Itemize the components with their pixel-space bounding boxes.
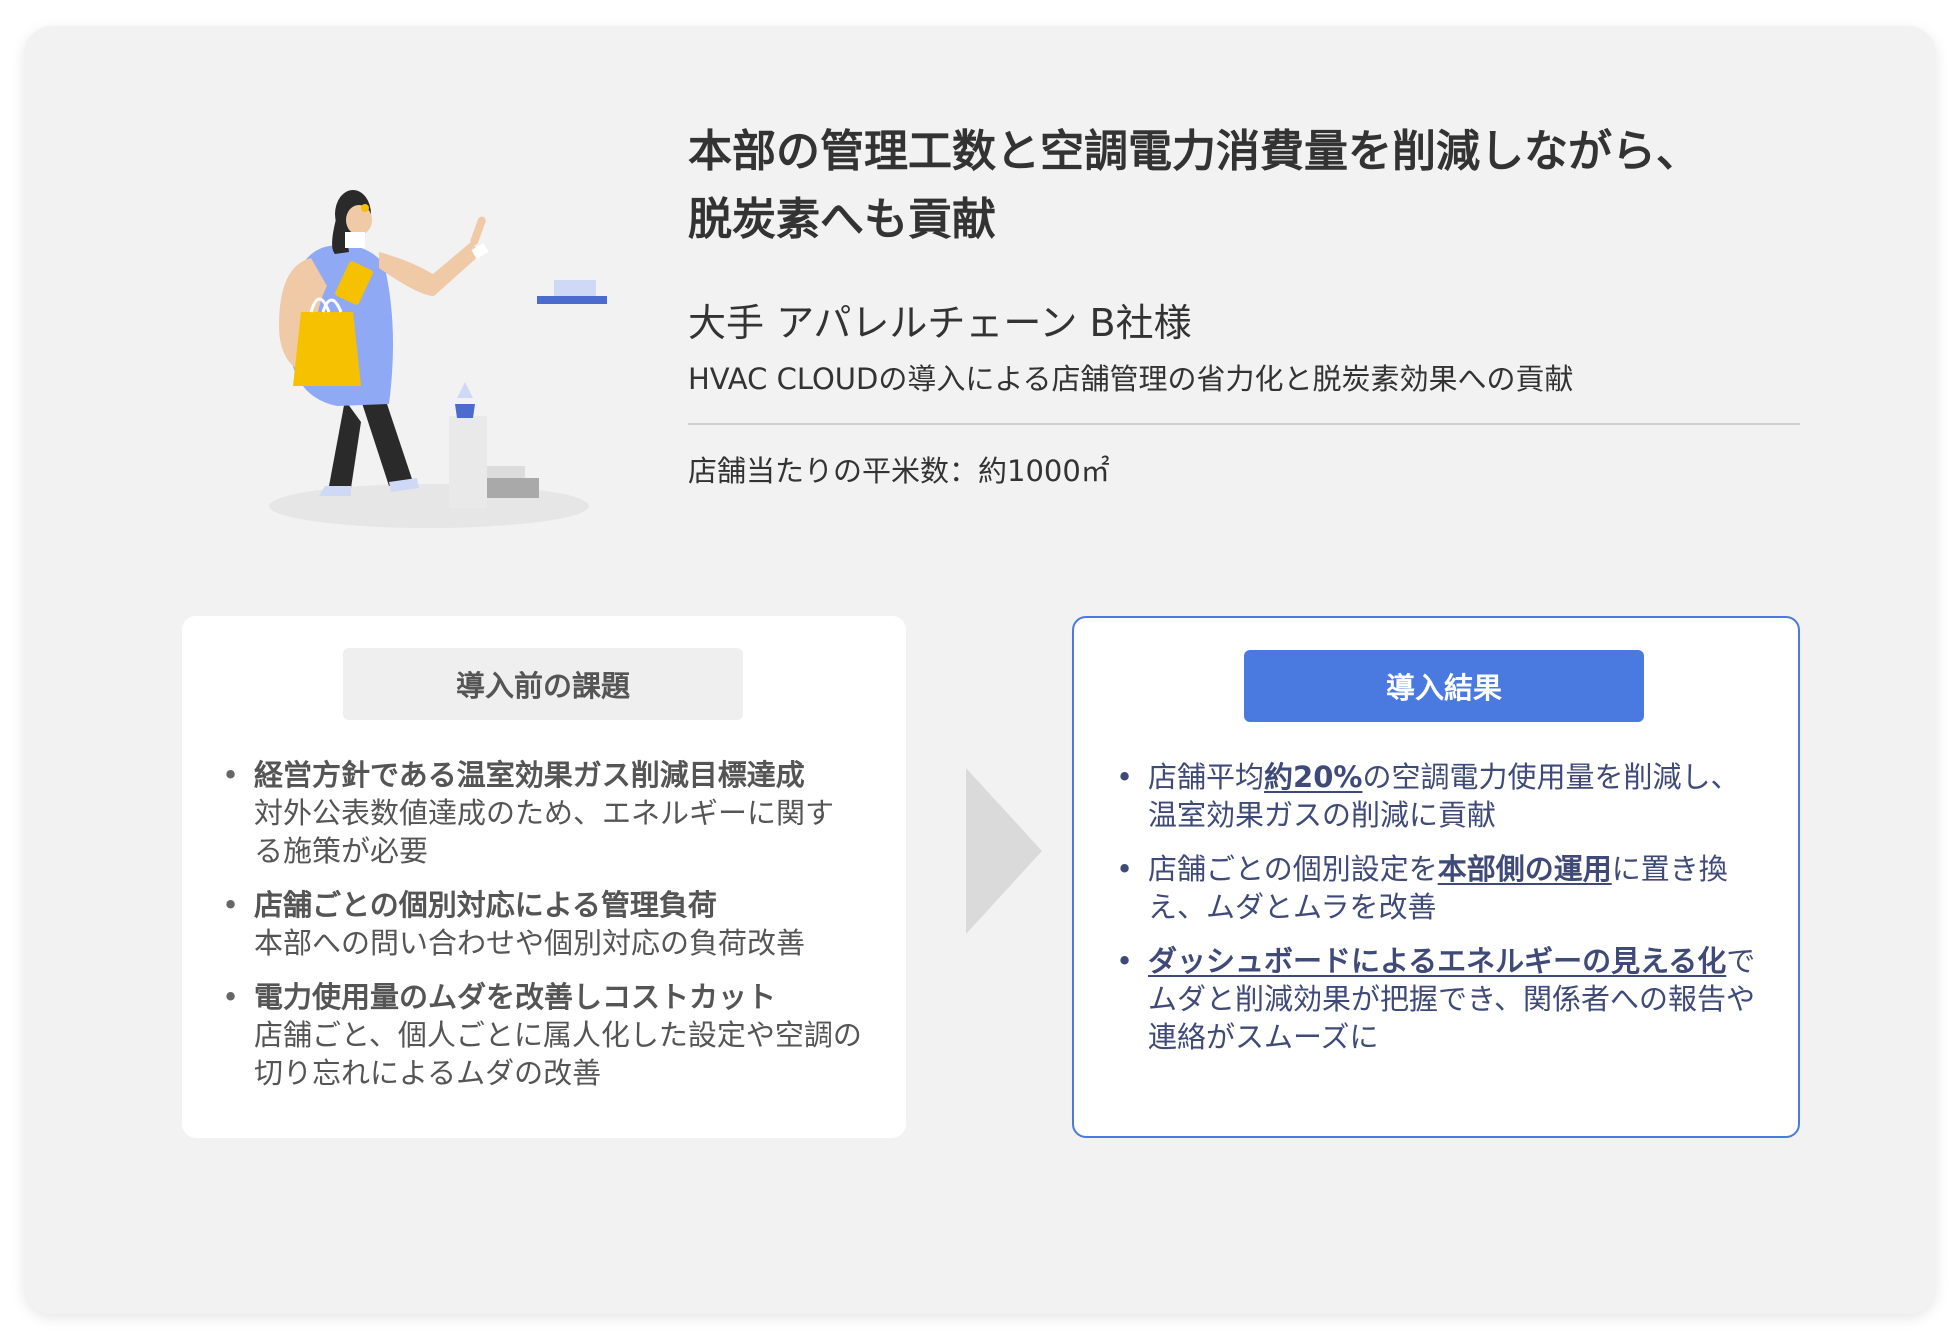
- page-title: 本部の管理工数と空調電力消費量を削減しながら、 脱炭素へも貢献: [688, 118, 1838, 254]
- highlight-text: 約20%: [1264, 760, 1363, 794]
- divider: [688, 423, 1800, 425]
- item-body: 本部への問い合わせや個別対応の負荷改善: [254, 926, 806, 960]
- results-list: 店舗平均約20%の空調電力使用量を削減し、温室効果ガスの削減に貢献 店舗ごとの個…: [1116, 758, 1766, 1072]
- highlight-text: ダッシュボードによるエネルギーの見える化: [1148, 944, 1727, 978]
- item-heading: 経営方針である温室効果ガス削減目標達成: [254, 758, 805, 792]
- highlight-text: 本部側の運用: [1437, 852, 1612, 886]
- item-text: 店舗平均: [1148, 760, 1265, 794]
- client-name: 大手 アパレルチェーン B社様: [688, 301, 1192, 345]
- chevron-right-icon: [966, 768, 1042, 934]
- item-text: 店舗ごとの個別設定を: [1148, 852, 1438, 886]
- list-item: 電力使用量のムダを改善しコストカット 店舗ごと、個人ごとに属人化した設定や空調の…: [222, 978, 862, 1092]
- before-challenges-panel: 導入前の課題 経営方針である温室効果ガス削減目標達成 対外公表数値達成のため、エ…: [182, 616, 906, 1138]
- item-body: 対外公表数値達成のため、エネルギーに関する施策が必要: [254, 796, 835, 868]
- list-item: 店舗平均約20%の空調電力使用量を削減し、温室効果ガスの削減に貢献: [1116, 758, 1766, 834]
- list-item: 経営方針である温室効果ガス削減目標達成 対外公表数値達成のため、エネルギーに関す…: [222, 756, 862, 870]
- item-body: 店舗ごと、個人ごとに属人化した設定や空調の切り忘れによるムダの改善: [254, 1018, 862, 1090]
- list-item: ダッシュボードによるエネルギーの見える化でムダと削減効果が把握でき、関係者への報…: [1116, 942, 1766, 1056]
- item-heading: 店舗ごとの個別対応による管理負荷: [254, 888, 717, 922]
- list-item: 店舗ごとの個別設定を本部側の運用に置き換え、ムダとムラを改善: [1116, 850, 1766, 926]
- title-line: 脱炭素へも貢献: [688, 194, 996, 245]
- results-panel: 導入結果 店舗平均約20%の空調電力使用量を削減し、温室効果ガスの削減に貢献 店…: [1072, 616, 1800, 1138]
- store-area-info: 店舗当たりの平米数：約1000㎡: [688, 454, 1110, 488]
- case-subtitle: HVAC CLOUDの導入による店舗管理の省力化と脱炭素効果への貢献: [688, 362, 1574, 396]
- before-heading: 導入前の課題: [343, 648, 743, 720]
- before-list: 経営方針である温室効果ガス削減目標達成 対外公表数値達成のため、エネルギーに関す…: [222, 756, 862, 1108]
- results-heading: 導入結果: [1244, 650, 1644, 722]
- shopping-woman-illustration: [269, 190, 607, 528]
- list-item: 店舗ごとの個別対応による管理負荷 本部への問い合わせや個別対応の負荷改善: [222, 886, 862, 962]
- item-heading: 電力使用量のムダを改善しコストカット: [254, 980, 777, 1014]
- title-line: 本部の管理工数と空調電力消費量を削減しながら、: [688, 126, 1700, 177]
